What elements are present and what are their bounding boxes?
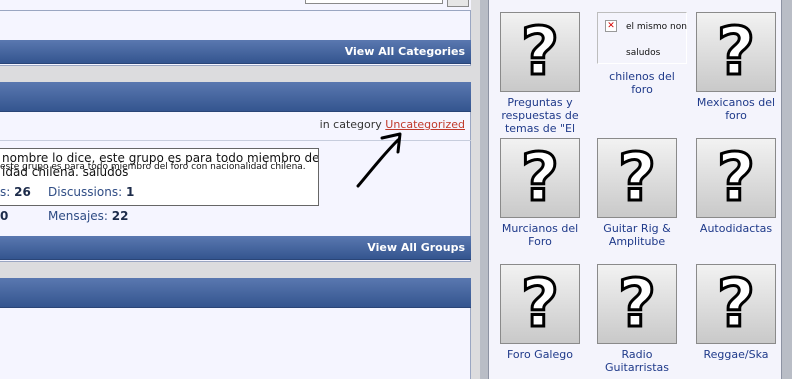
main-column: View All Categories in category Uncatego… [0,0,473,379]
view-all-groups-link[interactable]: View All Groups [367,241,465,254]
group-tile[interactable]: ? Guitar Rig & Amplitube [594,138,680,248]
group-tile-label[interactable]: chilenos del foro [607,70,677,96]
hand-drawn-arrow-icon [356,132,402,188]
group-tile[interactable]: ? Murcianos del Foro [497,138,583,248]
question-mark-icon[interactable]: ? [597,264,677,344]
categories-footer-bar: View All Categories [0,40,471,64]
group-tile-label[interactable]: Preguntas y respuestas de temas de "El [497,96,583,135]
members-stat: s: 26 [0,185,31,199]
group-tile[interactable]: ? Reggae/Ska [693,264,779,361]
discussions-count: 1 [125,185,135,199]
group-tile-label[interactable]: Murcianos del Foro [497,222,583,248]
search-input[interactable] [305,0,443,4]
group-tile[interactable]: ? Radio Guitarristas [594,264,680,374]
search-button[interactable] [447,0,469,7]
group-tile[interactable]: ? Foro Galego [497,264,583,361]
members-count: 26 [14,185,31,199]
messages-count: 22 [111,209,129,223]
lower-header-bar [0,278,471,308]
group-tile-label[interactable]: Reggae/Ska [693,348,779,361]
question-mark-icon[interactable]: ? [500,138,580,218]
group-header-bar [0,82,471,112]
group-tile[interactable]: ? Mexicanos del foro [693,12,779,122]
group-tile[interactable]: ✕ el mismo non saludos chilenos del foro [596,12,688,96]
view-all-categories-link[interactable]: View All Categories [345,45,465,58]
group-tile-label[interactable]: Mexicanos del foro [693,96,779,122]
broken-image-x-icon: ✕ [605,20,617,32]
group-description-line2: idad chilena. saludos [2,165,129,179]
group-tile-label[interactable]: Radio Guitarristas [602,348,672,374]
question-mark-icon[interactable]: ? [696,12,776,92]
discussions-stat: Discussions: 1 [48,185,135,199]
question-mark-icon[interactable]: ? [696,264,776,344]
question-mark-icon[interactable]: ? [696,138,776,218]
group-tile-label[interactable]: Foro Galego [497,348,583,361]
question-mark-icon[interactable]: ? [597,138,677,218]
question-mark-icon[interactable]: ? [500,264,580,344]
broken-image-icon[interactable]: ✕ el mismo non saludos [597,12,687,64]
question-mark-icon[interactable]: ? [500,12,580,92]
group-tile-label[interactable]: Autodidactas [693,222,779,235]
group-tile[interactable]: ? Preguntas y respuestas de temas de "El [497,12,583,135]
group-tile[interactable]: ? Autodidactas [693,138,779,235]
messages-stat: Mensajes: 22 [48,209,129,223]
groups-footer-bar: View All Groups [0,236,471,260]
left-stat: 0 [0,209,9,223]
group-tile-label[interactable]: Guitar Rig & Amplitube [594,222,680,248]
